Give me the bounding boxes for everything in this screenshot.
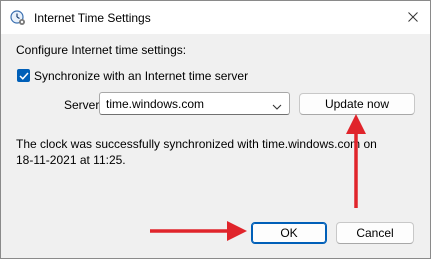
status-line-2: 18-11-2021 at 11:25. xyxy=(16,153,126,167)
close-icon xyxy=(408,11,418,25)
cancel-button[interactable]: Cancel xyxy=(336,222,414,244)
section-heading: Configure Internet time settings: xyxy=(16,43,187,57)
server-combobox[interactable]: time.windows.com xyxy=(99,92,290,115)
status-line-1: The clock was successfully synchronized … xyxy=(16,137,377,151)
server-value: time.windows.com xyxy=(106,97,205,111)
server-label: Server: xyxy=(64,98,103,112)
close-button[interactable] xyxy=(396,1,430,34)
title-bar: Internet Time Settings xyxy=(1,1,430,34)
clock-settings-icon xyxy=(10,10,26,26)
internet-time-settings-dialog: Internet Time Settings Configure Interne… xyxy=(0,0,431,259)
chevron-down-icon xyxy=(272,100,282,110)
checkmark-icon xyxy=(18,71,29,80)
dialog-content: Configure Internet time settings: Synchr… xyxy=(1,34,430,258)
window-title: Internet Time Settings xyxy=(34,11,151,25)
ok-button[interactable]: OK xyxy=(251,222,327,244)
update-now-button[interactable]: Update now xyxy=(299,93,415,115)
sync-checkbox[interactable] xyxy=(17,69,30,82)
sync-checkbox-label[interactable]: Synchronize with an Internet time server xyxy=(34,69,248,83)
sync-status-text: The clock was successfully synchronized … xyxy=(16,136,377,168)
